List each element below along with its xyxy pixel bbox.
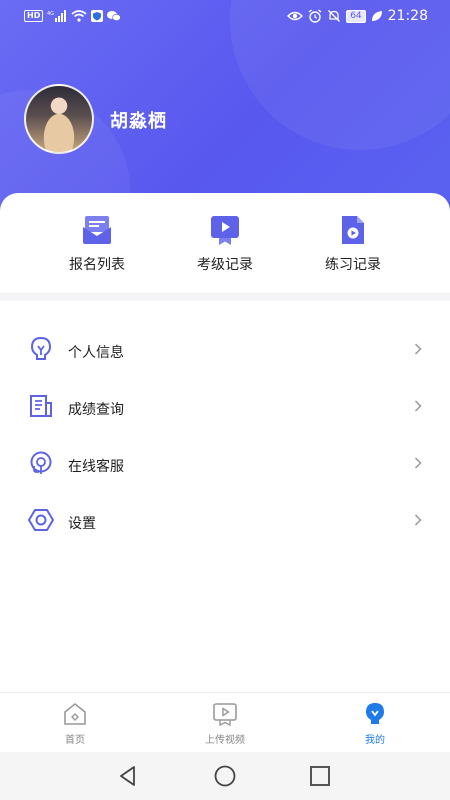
bottom-tab-bar: 首页 上传视频 我的 (0, 692, 450, 752)
recents-icon[interactable] (308, 764, 332, 788)
home-icon (64, 703, 86, 725)
tab-label: 首页 (65, 735, 85, 746)
quick-action-signup-list[interactable]: 报名列表 (37, 213, 157, 274)
quick-action-label: 报名列表 (69, 257, 125, 273)
quick-action-label: 练习记录 (325, 257, 381, 273)
chevron-right-icon (414, 400, 422, 412)
eye-icon (287, 11, 304, 21)
shield-app-icon (91, 10, 104, 22)
profile-icon (366, 703, 384, 724)
tab-upload-video[interactable]: 上传视频 (175, 701, 275, 746)
menu-item-label: 在线客服 (68, 459, 124, 475)
mute-bell-icon (328, 10, 341, 22)
quick-actions-card: 报名列表 考级记录 练习记录 (0, 193, 450, 293)
settings-menu: 个人信息 成绩查询 在线客服 设置 (0, 322, 450, 550)
back-icon[interactable] (116, 764, 140, 788)
system-navigation-bar (0, 752, 450, 800)
profile-header: HD 4G 64 21:28 胡淼栖 (0, 0, 450, 215)
lightbulb-icon (30, 336, 52, 360)
menu-item-score-query[interactable]: 成绩查询 (0, 379, 450, 436)
menu-item-personal-info[interactable]: 个人信息 (0, 322, 450, 379)
leaf-icon (371, 11, 382, 21)
section-divider (0, 293, 450, 301)
menu-item-settings[interactable]: 设置 (0, 493, 450, 550)
chevron-right-icon (414, 343, 422, 355)
tab-home[interactable]: 首页 (25, 701, 125, 746)
menu-item-online-support[interactable]: 在线客服 (0, 436, 450, 493)
hd-badge: HD (24, 10, 44, 22)
network-type-label: 4G (47, 11, 54, 17)
status-bar: HD 4G 64 21:28 (0, 0, 450, 34)
document-play-icon (342, 216, 364, 244)
clock-time: 21:28 (387, 8, 428, 24)
tab-label: 上传视频 (205, 735, 245, 746)
menu-item-label: 设置 (68, 516, 96, 532)
quick-action-practice-records[interactable]: 练习记录 (293, 213, 413, 274)
headset-icon (30, 451, 52, 474)
avatar[interactable] (24, 84, 94, 154)
chevron-right-icon (414, 514, 422, 526)
tab-label: 我的 (365, 735, 385, 746)
envelope-icon (83, 216, 111, 244)
hexagon-gear-icon (28, 509, 54, 531)
tab-mine[interactable]: 我的 (325, 701, 425, 746)
battery-indicator: 64 (346, 9, 366, 23)
wifi-icon (71, 10, 87, 22)
menu-item-label: 个人信息 (68, 345, 124, 361)
video-badge-icon (211, 216, 239, 245)
menu-item-label: 成绩查询 (68, 402, 124, 418)
username: 胡淼栖 (110, 111, 167, 132)
alarm-icon (308, 9, 322, 23)
cell-signal-icon: 4G (47, 10, 67, 22)
home-circle-icon[interactable] (213, 764, 237, 788)
upload-video-icon (213, 703, 237, 727)
wechat-icon (107, 11, 122, 22)
quick-action-label: 考级记录 (197, 257, 253, 273)
document-list-icon (30, 395, 52, 417)
quick-action-exam-records[interactable]: 考级记录 (165, 213, 285, 274)
chevron-right-icon (414, 457, 422, 469)
